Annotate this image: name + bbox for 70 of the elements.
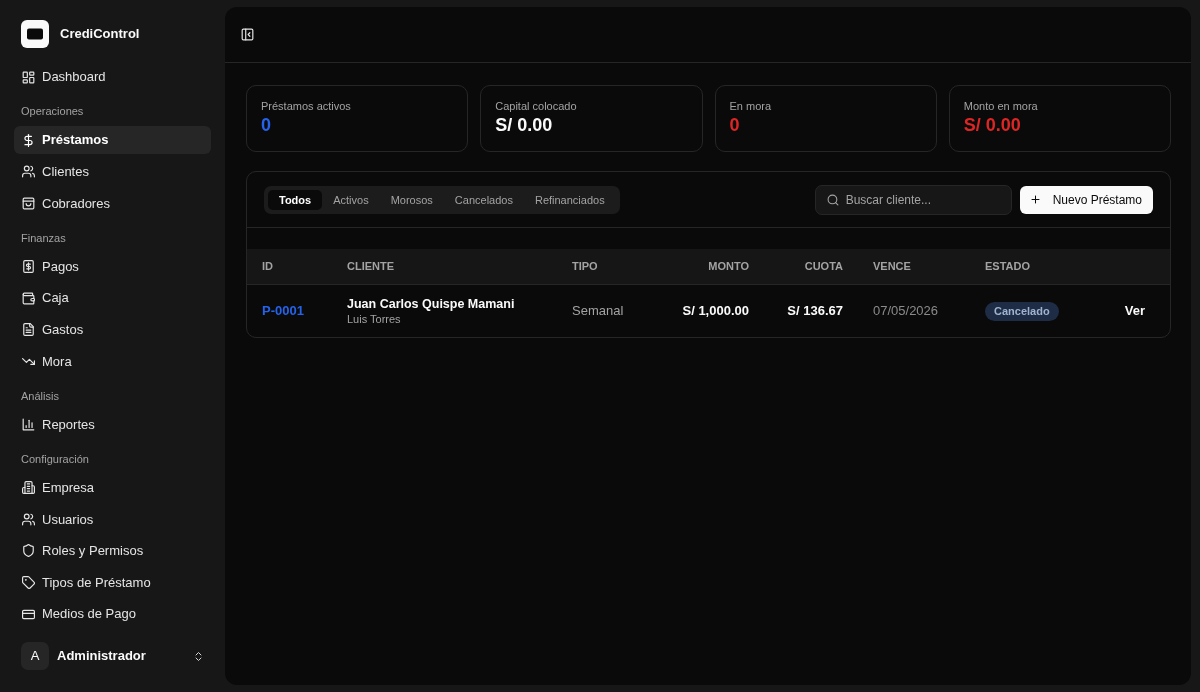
grid-icon — [22, 70, 35, 84]
sidebar-item[interactable]: Cobradores — [14, 189, 211, 218]
column-header: ESTADO — [985, 260, 1031, 272]
chevrons-icon[interactable] — [193, 650, 204, 662]
bag-icon — [22, 196, 35, 210]
filter-tab[interactable]: Cancelados — [443, 189, 524, 210]
building-icon — [22, 481, 35, 495]
sidebar-item[interactable]: Gastos — [14, 315, 211, 344]
stat-label: Préstamos activos — [261, 99, 352, 113]
sidebar-section-label: Operaciones — [21, 105, 84, 119]
sidebar-section-label: Análisis — [21, 389, 59, 403]
shield-icon — [22, 544, 35, 558]
column-header: CUOTA — [804, 260, 843, 272]
search-field[interactable]: Buscar cliente... — [814, 184, 1012, 215]
users-icon — [22, 512, 35, 526]
brand-name: CrediControl — [60, 25, 140, 44]
user-name: Administrador — [57, 647, 146, 666]
sidebar-item[interactable]: Mora — [14, 347, 211, 376]
stat-label: En mora — [729, 99, 773, 113]
column-header: ID — [262, 260, 273, 272]
stat-value: S/ 0.00 — [963, 114, 1022, 137]
view-link[interactable]: Ver — [1124, 303, 1145, 318]
plus-icon — [1029, 194, 1041, 205]
status-badge: Cancelado — [985, 301, 1059, 321]
stat-value: S/ 0.00 — [495, 114, 554, 137]
tag-icon — [22, 576, 35, 589]
column-header: CLIENTE — [347, 260, 395, 272]
sidebar-item[interactable]: Usuarios — [14, 505, 211, 534]
user-avatar: A — [21, 642, 49, 670]
table-cell: S/ 1,000.00 — [682, 303, 749, 318]
sidebar-item[interactable]: Empresa — [14, 473, 211, 502]
stat-label: Capital colocado — [495, 99, 578, 113]
column-header: VENCE — [873, 260, 911, 272]
sidebar-item[interactable]: Pagos — [14, 252, 211, 281]
stat-label: Monto en mora — [963, 99, 1039, 113]
wallet-icon — [22, 291, 35, 305]
sidebar-item[interactable]: Dashboard — [14, 63, 211, 91]
sidebar-item[interactable]: Tipos de Préstamo — [14, 568, 211, 597]
logo-icon — [21, 20, 49, 48]
users-icon — [22, 165, 35, 179]
column-header: TIPO — [572, 260, 598, 272]
receipt-icon — [22, 260, 35, 274]
filter-tab[interactable]: Activos — [322, 189, 380, 210]
sidebar-item[interactable]: Caja — [14, 284, 211, 313]
sidebar-item[interactable]: Préstamos — [14, 126, 211, 155]
stat-value: 0 — [729, 114, 741, 137]
table-cell: Semanal — [572, 303, 624, 318]
filter-tab[interactable]: Todos — [268, 189, 323, 210]
client-name: Juan Carlos Quispe Mamani — [347, 295, 516, 312]
document-icon — [22, 323, 35, 337]
table-cell: 07/05/2026 — [873, 303, 939, 318]
sidebar-section-label: Configuración — [21, 452, 89, 466]
column-header: MONTO — [708, 260, 749, 272]
sidebar-item[interactable]: Medios de Pago — [14, 600, 211, 629]
bar-chart-icon — [22, 418, 35, 432]
sidebar-item[interactable]: Reportes — [14, 410, 211, 439]
sidebar-item[interactable]: Roles y Permisos — [14, 536, 211, 565]
filter-tab[interactable]: Morosos — [379, 189, 444, 210]
stat-value: 0 — [261, 114, 272, 137]
sidebar-toggle-icon[interactable] — [241, 28, 254, 41]
table-cell: S/ 136.67 — [787, 303, 843, 318]
sidebar-item[interactable]: Clientes — [14, 157, 211, 186]
credit-card-icon — [22, 607, 35, 621]
dollar-icon — [22, 133, 35, 147]
loan-id-link[interactable]: P-0001 — [262, 303, 304, 318]
client-detail: Luis Torres — [347, 311, 402, 326]
search-icon — [826, 193, 839, 206]
new-loan-button[interactable]: Nuevo Préstamo — [1019, 185, 1153, 214]
filter-tab[interactable]: Refinanciados — [523, 189, 616, 210]
sidebar-section-label: Finanzas — [21, 231, 66, 245]
